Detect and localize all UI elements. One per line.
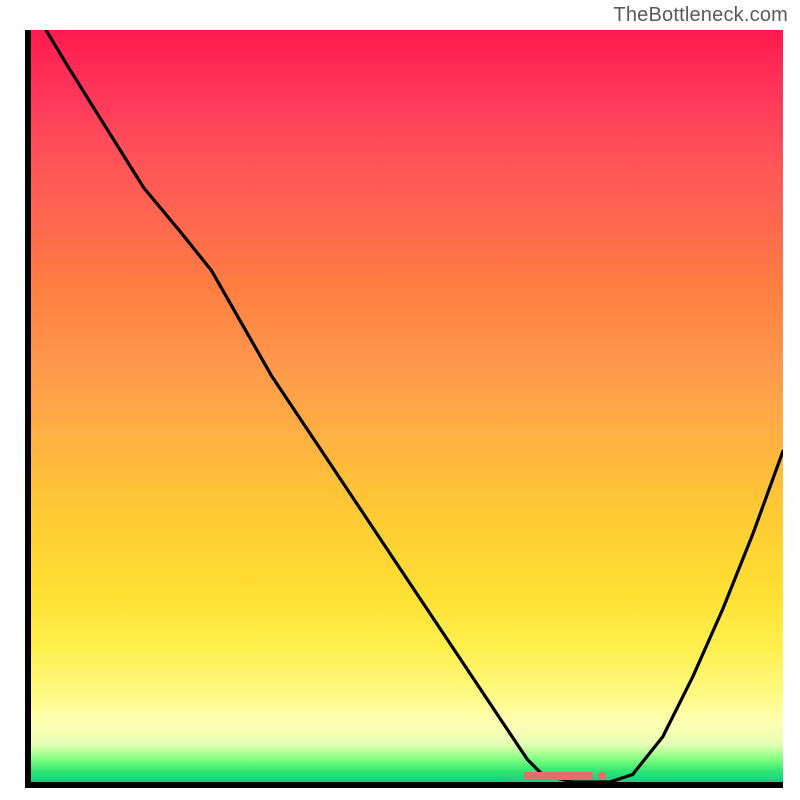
bottleneck-curve	[31, 30, 783, 782]
optimal-marker-dot	[598, 772, 606, 780]
chart-container: TheBottleneck.com	[0, 0, 800, 800]
plot-area	[25, 30, 783, 788]
watermark-text: TheBottleneck.com	[613, 4, 788, 27]
optimal-marker-bar	[524, 772, 593, 780]
